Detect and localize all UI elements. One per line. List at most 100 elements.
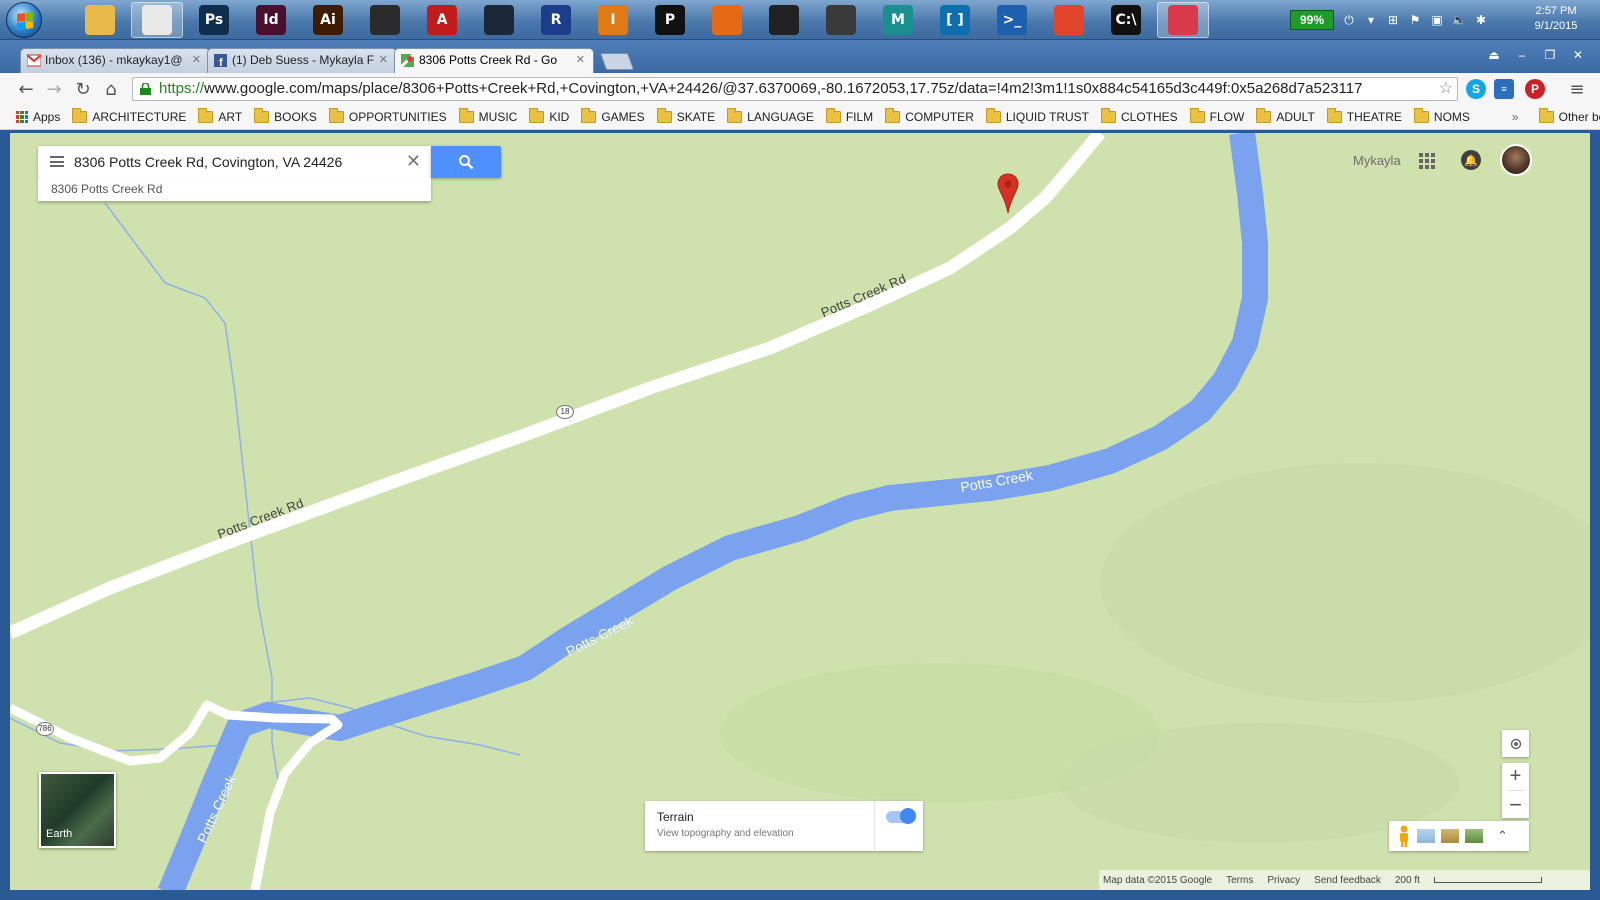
- taskbar-button[interactable]: [1157, 2, 1209, 38]
- terrain-toggle[interactable]: [886, 808, 916, 824]
- bookmark-apps[interactable]: Apps: [0, 110, 66, 124]
- taskbar-button[interactable]: >_: [986, 2, 1038, 38]
- tray-expand-icon[interactable]: ▾: [1364, 13, 1378, 27]
- new-tab-button[interactable]: [599, 53, 635, 70]
- network-icon[interactable]: ✱: [1474, 13, 1488, 27]
- folder-icon: [328, 108, 344, 123]
- imagery-thumbnail[interactable]: [1465, 829, 1483, 843]
- taskbar-button[interactable]: [359, 2, 411, 38]
- taskbar-button[interactable]: M: [872, 2, 924, 38]
- reload-icon[interactable]: ↻: [71, 78, 95, 100]
- taskbar-button[interactable]: Id: [245, 2, 297, 38]
- bookmark-folder[interactable]: THEATRE: [1321, 108, 1408, 124]
- send-feedback-link[interactable]: Send feedback: [1314, 875, 1381, 886]
- hamburger-menu-icon[interactable]: [50, 156, 64, 167]
- taskbar-button[interactable]: [815, 2, 867, 38]
- bookmark-folder[interactable]: MUSIC: [453, 108, 524, 124]
- chrome-menu-icon[interactable]: ≡: [1565, 78, 1589, 100]
- battery-indicator[interactable]: 99%: [1290, 10, 1334, 30]
- my-location-button[interactable]: [1502, 730, 1529, 757]
- scale-label[interactable]: 200 ft: [1395, 875, 1420, 886]
- google-apps-icon[interactable]: [1419, 153, 1435, 169]
- start-button[interactable]: [6, 2, 42, 38]
- bookmark-folder[interactable]: NOMS: [1408, 108, 1476, 124]
- back-icon[interactable]: ←: [14, 78, 38, 100]
- close-window-icon[interactable]: ✕: [1566, 46, 1590, 64]
- taskbar-button[interactable]: Ps: [188, 2, 240, 38]
- taskbar-button[interactable]: [ ]: [929, 2, 981, 38]
- taskbar-button[interactable]: P: [644, 2, 696, 38]
- zoom-out-icon[interactable]: −: [1509, 791, 1522, 818]
- usb-device-icon[interactable]: ▣: [1430, 13, 1444, 27]
- zoom-in-icon[interactable]: +: [1510, 763, 1522, 790]
- git-icon: [1054, 5, 1084, 35]
- home-icon[interactable]: ⌂: [99, 78, 123, 100]
- folder-icon: [1413, 108, 1429, 123]
- bookmark-folder[interactable]: LIQUID TRUST: [980, 108, 1095, 124]
- tab-google-maps[interactable]: 8306 Potts Creek Rd - Go ✕: [394, 48, 594, 74]
- restore-icon[interactable]: ❐: [1538, 46, 1562, 64]
- user-name[interactable]: Mykayla: [1353, 153, 1401, 168]
- search-button[interactable]: [431, 146, 501, 178]
- action-center-flag-icon[interactable]: ⚑: [1408, 13, 1422, 27]
- search-suggestion[interactable]: 8306 Potts Creek Rd: [38, 178, 431, 201]
- taskbar-button[interactable]: [1043, 2, 1095, 38]
- taskbar-clock[interactable]: 2:57 PM 9/1/2015: [1516, 4, 1596, 34]
- privacy-link[interactable]: Privacy: [1267, 875, 1300, 886]
- other-bookmarks[interactable]: Other bookmarks: [1533, 108, 1600, 124]
- bookmark-folder[interactable]: GAMES: [575, 108, 650, 124]
- forward-icon[interactable]: →: [42, 78, 66, 100]
- power-plug-icon[interactable]: ⏻: [1342, 13, 1356, 27]
- close-tab-icon[interactable]: ✕: [192, 49, 201, 72]
- bookmark-star-icon[interactable]: ☆: [1439, 78, 1453, 100]
- notifications-bell-icon[interactable]: 🔔: [1461, 150, 1481, 170]
- profile-icon[interactable]: ⏏: [1482, 46, 1506, 64]
- taskbar-button[interactable]: [758, 2, 810, 38]
- expand-up-icon[interactable]: ⌃: [1497, 828, 1508, 844]
- bookmark-folder[interactable]: OPPORTUNITIES: [323, 108, 453, 124]
- tab-gmail[interactable]: Inbox (136) - mkaykay1@ ✕: [20, 48, 210, 73]
- pinterest-icon[interactable]: P: [1525, 79, 1545, 99]
- bookmark-folder[interactable]: KID: [523, 108, 575, 124]
- taskbar-button[interactable]: [701, 2, 753, 38]
- terms-link[interactable]: Terms: [1226, 875, 1253, 886]
- bookmark-folder[interactable]: FILM: [820, 108, 879, 124]
- imagery-thumbnail[interactable]: [1417, 829, 1435, 843]
- bookmark-folder[interactable]: CLOTHES: [1095, 108, 1184, 124]
- clear-search-icon[interactable]: ✕: [406, 152, 421, 170]
- bookmarks-overflow-button[interactable]: »: [1506, 110, 1525, 124]
- volume-icon[interactable]: 🔈: [1452, 13, 1467, 27]
- imagery-thumbnail[interactable]: [1441, 829, 1459, 843]
- bookmark-folder[interactable]: FLOW: [1184, 108, 1251, 124]
- bookmark-folder[interactable]: ADULT: [1250, 108, 1320, 124]
- search-input[interactable]: [74, 146, 394, 178]
- bookmark-folder[interactable]: ARCHITECTURE: [66, 108, 192, 124]
- taskbar-button[interactable]: [74, 2, 126, 38]
- taskbar-button[interactable]: I: [587, 2, 639, 38]
- taskbar-button[interactable]: C:\: [1100, 2, 1152, 38]
- windows-flag-tray-icon[interactable]: ⊞: [1386, 13, 1400, 27]
- close-tab-icon[interactable]: ✕: [576, 49, 585, 72]
- taskbar-button[interactable]: [473, 2, 525, 38]
- bookmark-folder[interactable]: ART: [192, 108, 248, 124]
- map-canvas[interactable]: Potts Creek Rd Potts Creek Rd Potts Cree…: [10, 133, 1590, 890]
- tab-facebook[interactable]: f (1) Deb Suess - Mykayla F ✕: [207, 48, 397, 73]
- skype-icon[interactable]: S: [1466, 79, 1486, 99]
- bookmark-folder[interactable]: COMPUTER: [879, 108, 980, 124]
- shrink-extension-icon[interactable]: ≡: [1494, 79, 1514, 99]
- bookmark-folder[interactable]: SKATE: [651, 108, 721, 124]
- taskbar-button[interactable]: [131, 2, 183, 38]
- taskbar-button[interactable]: A: [416, 2, 468, 38]
- pegman-icon[interactable]: [1397, 825, 1411, 847]
- earth-view-toggle[interactable]: Earth: [39, 772, 116, 848]
- address-bar[interactable]: https://www.google.com/maps/place/8306+P…: [132, 77, 1458, 101]
- terrain-title: Terrain: [657, 810, 694, 824]
- minimize-icon[interactable]: –: [1510, 46, 1534, 64]
- bookmark-folder[interactable]: LANGUAGE: [721, 108, 820, 124]
- taskbar-button[interactable]: Ai: [302, 2, 354, 38]
- close-tab-icon[interactable]: ✕: [379, 49, 388, 72]
- location-pin-icon[interactable]: [997, 173, 1019, 217]
- bookmark-folder[interactable]: BOOKS: [248, 108, 323, 124]
- avatar[interactable]: [1500, 144, 1532, 176]
- taskbar-button[interactable]: R: [530, 2, 582, 38]
